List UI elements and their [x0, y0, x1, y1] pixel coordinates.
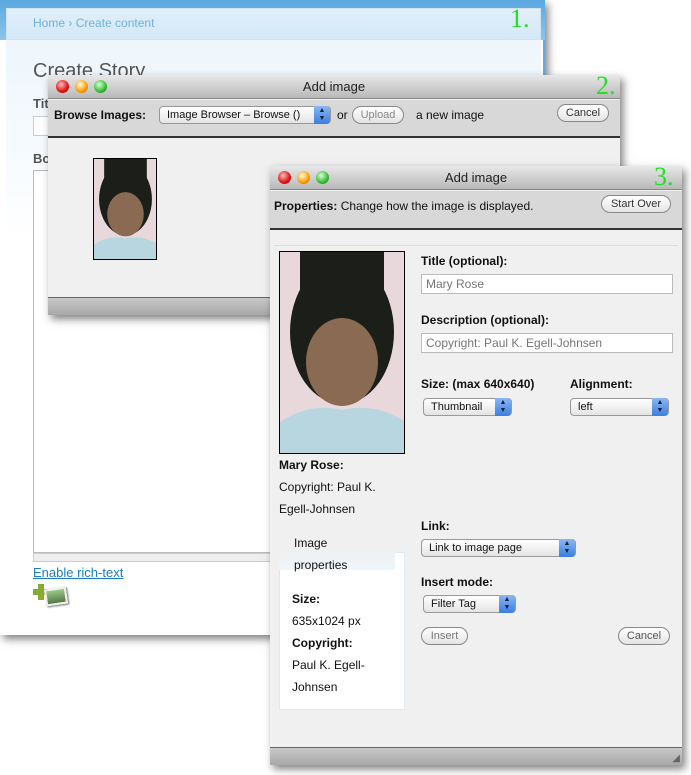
- enable-rich-text-link[interactable]: Enable rich-text: [33, 565, 123, 580]
- breadcrumb: Home › Create content: [33, 16, 154, 30]
- size-label: Size:: [292, 592, 321, 606]
- insert-mode-select-value: Filter Tag: [431, 598, 477, 610]
- image-thumbnail[interactable]: [93, 158, 157, 260]
- step-number: 1.: [510, 4, 530, 33]
- breadcrumb-current[interactable]: Create content: [76, 16, 155, 30]
- insert-mode-select[interactable]: Filter Tag ▲ ▼: [423, 595, 516, 613]
- properties-label: Properties:: [274, 199, 338, 213]
- select-arrows-icon: ▲ ▼: [495, 398, 511, 416]
- link-select-value: Link to image page: [429, 542, 522, 554]
- cancel-button[interactable]: Cancel: [557, 104, 609, 122]
- alignment-select[interactable]: left ▲ ▼: [570, 398, 669, 416]
- divider: [274, 245, 678, 246]
- browser-select[interactable]: Image Browser – Browse () ▲ ▼: [159, 106, 331, 124]
- properties-description: Change how the image is displayed.: [340, 199, 534, 213]
- toolbar: Properties: Change how the image is disp…: [270, 191, 682, 230]
- title-field-label: Title (optional):: [421, 254, 508, 268]
- select-arrows-icon: ▲ ▼: [499, 595, 515, 613]
- dialog-title: Add image: [302, 79, 366, 94]
- new-image-text: a new image: [416, 108, 485, 122]
- caption-title: Mary Rose:: [279, 458, 344, 472]
- dialog-title: Add image: [444, 170, 508, 185]
- size-value: 635x1024 px: [292, 614, 361, 628]
- minimize-button[interactable]: [297, 171, 310, 184]
- step-number: 2.: [596, 71, 616, 100]
- description-input[interactable]: Copyright: Paul K. Egell-Johnsen: [421, 333, 673, 353]
- start-over-button[interactable]: Start Over: [601, 195, 671, 213]
- image-properties-dialog: Add image 3. Properties: Change how the …: [270, 162, 682, 765]
- zoom-button[interactable]: [94, 80, 107, 93]
- upload-button[interactable]: Upload: [352, 106, 404, 124]
- size-select[interactable]: Thumbnail ▲ ▼: [423, 398, 512, 416]
- browse-label: Browse Images:: [54, 108, 147, 122]
- link-label: Link:: [421, 519, 450, 533]
- copyright-label: Copyright:: [292, 636, 353, 650]
- close-button[interactable]: [278, 171, 291, 184]
- image-preview: [279, 251, 405, 454]
- insert-mode-label: Insert mode:: [421, 575, 494, 589]
- select-arrows-icon: ▲ ▼: [652, 398, 668, 416]
- title-bar: Add image: [48, 75, 620, 99]
- status-bar: ◢: [270, 747, 682, 765]
- breadcrumb-home[interactable]: Home: [33, 16, 65, 30]
- zoom-button[interactable]: [316, 171, 329, 184]
- copyright-value: Paul K. Egell-: [292, 658, 365, 672]
- description-label: Description (optional):: [421, 313, 549, 327]
- title-input[interactable]: Mary Rose: [421, 274, 673, 294]
- link-select[interactable]: Link to image page ▲ ▼: [421, 539, 576, 557]
- select-arrows-icon: ▲ ▼: [559, 539, 575, 557]
- caption-copyright-cont: Egell-Johnsen: [279, 502, 356, 516]
- size-select-label: Size: (max 640x640): [421, 377, 535, 391]
- toolbar: Browse Images: Image Browser – Browse ()…: [48, 100, 620, 138]
- select-arrows-icon: ▲ ▼: [314, 106, 330, 124]
- browser-select-value: Image Browser – Browse (): [167, 109, 301, 121]
- cancel-button[interactable]: Cancel: [618, 627, 670, 645]
- copyright-value-cont: Johnsen: [292, 680, 338, 694]
- minimize-button[interactable]: [75, 80, 88, 93]
- or-text: or: [337, 108, 348, 122]
- caption-copyright: Copyright: Paul K.: [279, 480, 376, 494]
- tab-label-2: properties: [294, 558, 348, 572]
- insert-button[interactable]: Insert: [421, 627, 468, 645]
- breadcrumb-separator: ›: [68, 16, 73, 30]
- alignment-label: Alignment:: [570, 377, 633, 391]
- title-bar: Add image: [270, 166, 682, 190]
- alignment-select-value: left: [578, 401, 593, 413]
- close-button[interactable]: [56, 80, 69, 93]
- resize-grip-icon[interactable]: ◢: [672, 753, 680, 764]
- size-select-value: Thumbnail: [431, 401, 483, 413]
- step-number: 3.: [654, 162, 674, 191]
- tab-label-1: Image: [294, 536, 328, 550]
- add-image-icon[interactable]: [33, 584, 69, 608]
